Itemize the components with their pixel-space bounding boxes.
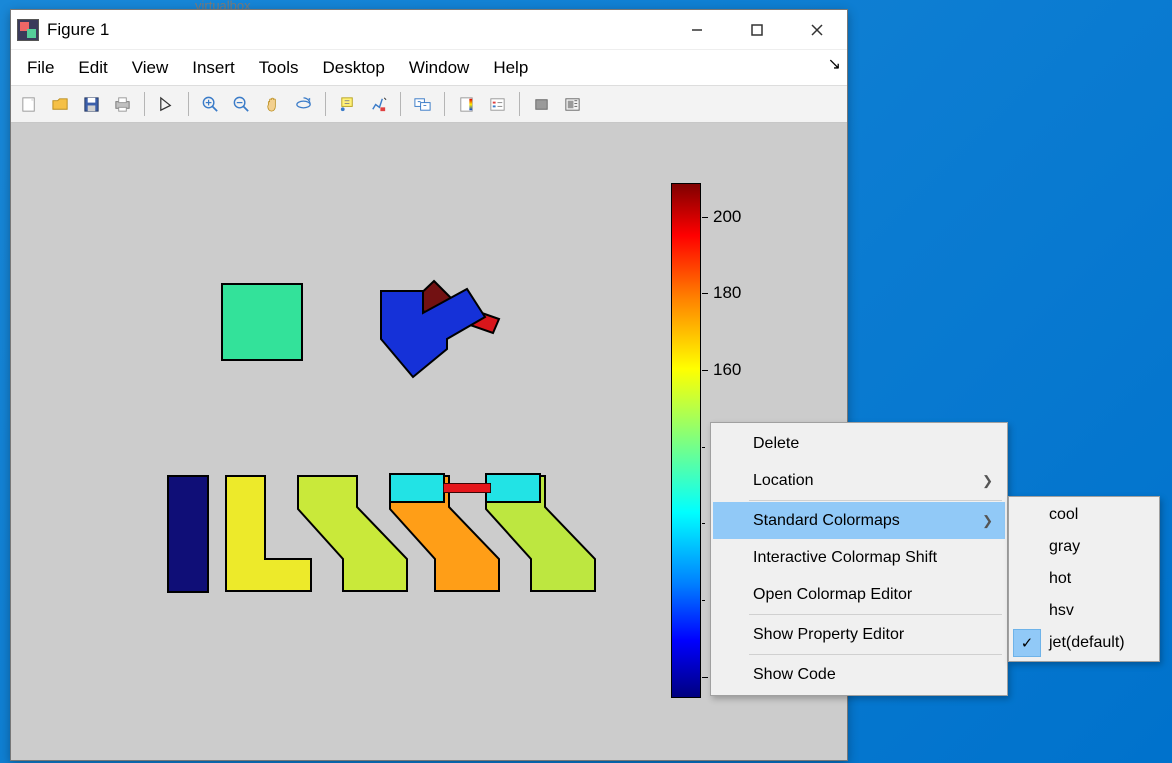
colorbar-tick-180: 180 (713, 283, 741, 303)
shape-polygon-blue (369, 275, 509, 385)
menu-help[interactable]: Help (481, 54, 540, 82)
minimize-button[interactable] (667, 10, 727, 50)
cm-label: Show Code (753, 666, 836, 684)
zoom-out-icon[interactable] (227, 90, 256, 118)
menu-tools[interactable]: Tools (247, 54, 311, 82)
pan-icon[interactable] (258, 90, 287, 118)
datatip-icon[interactable] (333, 90, 362, 118)
close-button[interactable] (787, 10, 847, 50)
sm-gray[interactable]: gray (1011, 531, 1157, 563)
colorbar-tick-160: 160 (713, 360, 741, 380)
cm-open-editor[interactable]: Open Colormap Editor (713, 576, 1005, 613)
menubar: File Edit View Insert Tools Desktop Wind… (11, 50, 847, 86)
shape-cyan-rect-1 (389, 473, 449, 505)
cm-label: Show Property Editor (753, 626, 904, 644)
toolbar (11, 86, 847, 123)
cm-label: Standard Colormaps (753, 512, 900, 530)
titlebar[interactable]: Figure 1 (11, 10, 847, 50)
insert-legend-icon[interactable] (483, 90, 512, 118)
sm-hot[interactable]: hot (1011, 563, 1157, 595)
cm-label: Delete (753, 435, 799, 453)
cm-show-prop[interactable]: Show Property Editor (713, 616, 1005, 653)
sm-cool[interactable]: cool (1011, 499, 1157, 531)
menu-file[interactable]: File (15, 54, 66, 82)
chevron-right-icon: ❯ (982, 513, 993, 529)
new-figure-icon[interactable] (15, 90, 44, 118)
cm-standard-colormaps[interactable]: Standard Colormaps ❯ (713, 502, 1005, 539)
link-data-icon[interactable] (408, 90, 437, 118)
colorbar-tick-200: 200 (713, 207, 741, 227)
cm-label: Location (753, 472, 814, 490)
brush-icon[interactable] (364, 90, 393, 118)
edit-plot-icon[interactable] (152, 90, 181, 118)
print-icon[interactable] (108, 90, 137, 118)
save-icon[interactable] (77, 90, 106, 118)
sm-label: hsv (1049, 602, 1074, 620)
sm-label: cool (1049, 506, 1078, 524)
insert-colorbar-icon[interactable] (452, 90, 481, 118)
menu-window[interactable]: Window (397, 54, 481, 82)
cm-label: Interactive Colormap Shift (753, 549, 937, 567)
cm-show-code[interactable]: Show Code (713, 656, 1005, 693)
matlab-icon (17, 19, 39, 41)
check-icon: ✓ (1013, 629, 1041, 657)
menu-edit[interactable]: Edit (66, 54, 119, 82)
colorbar[interactable] (671, 183, 701, 698)
colormap-submenu: cool gray hot hsv ✓ jet(default) (1008, 496, 1160, 662)
shape-square (221, 283, 303, 361)
sm-label: hot (1049, 570, 1071, 588)
maximize-button[interactable] (727, 10, 787, 50)
window-title: Figure 1 (47, 20, 109, 40)
menu-insert[interactable]: Insert (180, 54, 247, 82)
cm-interactive-shift[interactable]: Interactive Colormap Shift (713, 539, 1005, 576)
shape-bar-darkblue (167, 475, 209, 593)
show-tools-icon[interactable] (558, 90, 587, 118)
cm-delete[interactable]: Delete (713, 425, 1005, 462)
sm-jet[interactable]: ✓ jet(default) (1011, 627, 1157, 659)
menu-view[interactable]: View (120, 54, 181, 82)
context-menu: Delete Location ❯ Standard Colormaps ❯ I… (710, 422, 1008, 696)
rotate3d-icon[interactable] (289, 90, 318, 118)
hide-tools-icon[interactable] (527, 90, 556, 118)
zoom-in-icon[interactable] (196, 90, 225, 118)
sm-label: gray (1049, 538, 1080, 556)
menu-overflow-icon[interactable]: ↘ (828, 54, 841, 74)
cm-label: Open Colormap Editor (753, 586, 912, 604)
chevron-right-icon: ❯ (982, 473, 993, 489)
shape-cyan-rect-2 (485, 473, 545, 505)
open-icon[interactable] (46, 90, 75, 118)
sm-hsv[interactable]: hsv (1011, 595, 1157, 627)
menu-desktop[interactable]: Desktop (310, 54, 396, 82)
shape-red-link (443, 483, 491, 493)
sm-label: jet(default) (1049, 634, 1125, 652)
cm-location[interactable]: Location ❯ (713, 462, 1005, 499)
